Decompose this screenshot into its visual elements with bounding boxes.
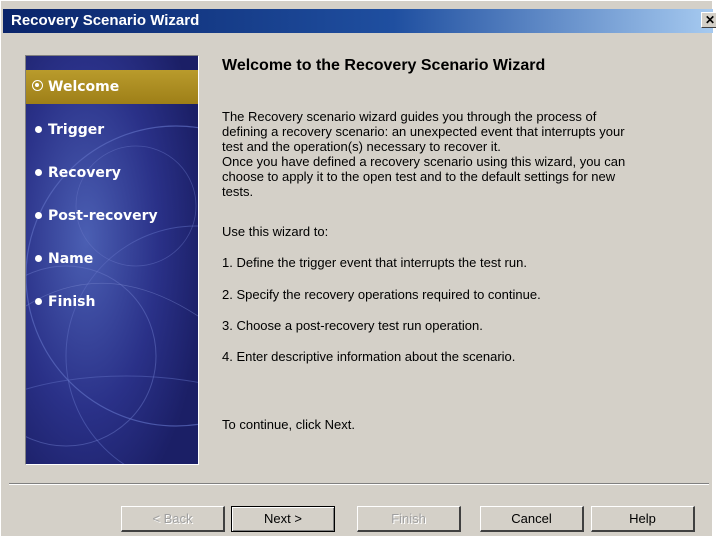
step-finish: Finish bbox=[26, 285, 198, 319]
bullet-icon bbox=[35, 126, 42, 133]
steps-sidebar: Welcome Trigger Recovery Post-recovery N… bbox=[25, 55, 199, 465]
list-item: 2. Specify the recovery operations requi… bbox=[222, 287, 541, 302]
intro-line: The Recovery scenario wizard guides you … bbox=[222, 109, 597, 124]
step-label: Recovery bbox=[48, 165, 121, 181]
intro-line: choose to apply it to the open test and … bbox=[222, 169, 616, 184]
bullet-icon bbox=[35, 298, 42, 305]
cancel-button[interactable]: Cancel bbox=[480, 506, 584, 532]
button-divider bbox=[9, 483, 709, 485]
next-button[interactable]: Next > bbox=[231, 506, 335, 532]
step-label: Finish bbox=[48, 294, 96, 310]
use-wizard-label: Use this wizard to: bbox=[222, 224, 329, 239]
intro-line: tests. bbox=[222, 184, 254, 199]
bullet-icon bbox=[35, 255, 42, 262]
help-button[interactable]: Help bbox=[591, 506, 695, 532]
intro-line: defining a recovery scenario: an unexpec… bbox=[222, 124, 625, 139]
step-trigger: Trigger bbox=[26, 113, 198, 147]
step-name: Name bbox=[26, 242, 198, 276]
bullet-icon bbox=[35, 169, 42, 176]
window-title: Recovery Scenario Wizard bbox=[11, 12, 200, 29]
list-item: 4. Enter descriptive information about t… bbox=[222, 349, 516, 364]
finish-button[interactable]: Finish bbox=[357, 506, 461, 532]
step-post-recovery: Post-recovery bbox=[26, 199, 198, 233]
step-label: Trigger bbox=[48, 122, 105, 138]
title-bar[interactable]: Recovery Scenario Wizard ✕ bbox=[3, 9, 716, 33]
step-label: Post-recovery bbox=[48, 208, 158, 224]
step-label: Welcome bbox=[48, 79, 120, 95]
step-recovery: Recovery bbox=[26, 156, 198, 190]
step-label: Name bbox=[48, 251, 94, 267]
back-button[interactable]: < Back bbox=[121, 506, 225, 532]
bullet-icon bbox=[35, 212, 42, 219]
continue-instruction: To continue, click Next. bbox=[222, 417, 355, 432]
step-welcome: Welcome bbox=[26, 70, 198, 104]
selected-step-icon bbox=[32, 80, 43, 91]
list-item: 3. Choose a post-recovery test run opera… bbox=[222, 318, 483, 333]
intro-line: test and the operation(s) necessary to r… bbox=[222, 139, 501, 154]
page-title: Welcome to the Recovery Scenario Wizard bbox=[222, 57, 546, 74]
intro-line: Once you have defined a recovery scenari… bbox=[222, 154, 626, 169]
wizard-window: Recovery Scenario Wizard ✕ Welcome Trigg… bbox=[0, 0, 716, 536]
close-icon[interactable]: ✕ bbox=[701, 12, 716, 28]
list-item: 1. Define the trigger event that interru… bbox=[222, 255, 527, 270]
